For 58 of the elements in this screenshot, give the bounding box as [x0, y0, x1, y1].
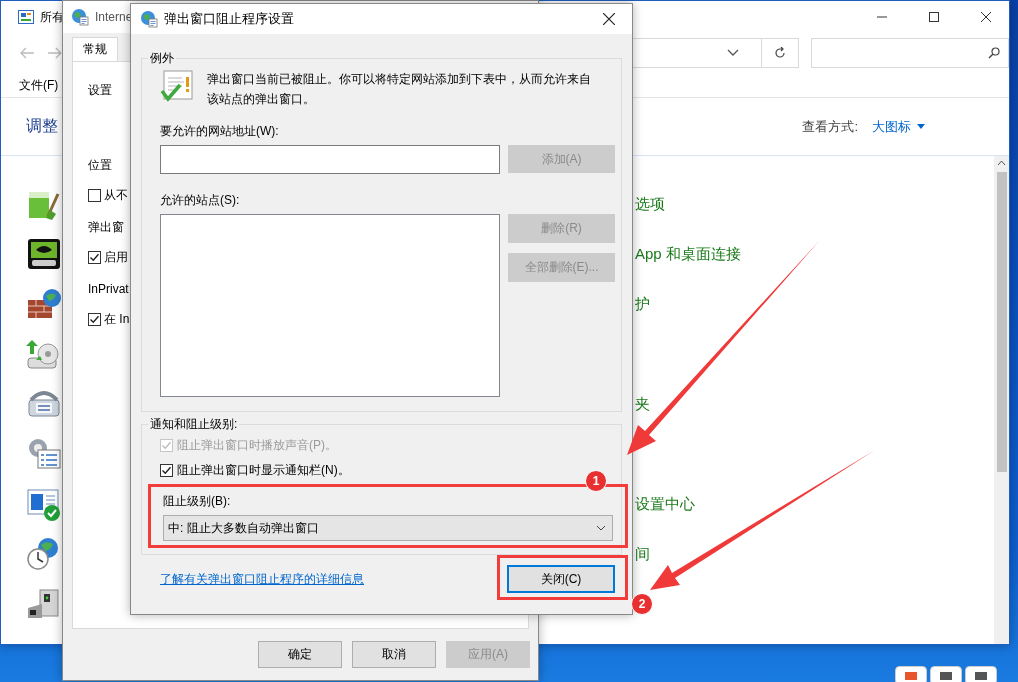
close-dialog-button[interactable]: 关闭(C): [507, 565, 615, 593]
checkbox[interactable]: [160, 463, 173, 477]
forward-icon[interactable]: [46, 47, 63, 59]
close-icon: [981, 12, 991, 22]
tray-tile-icon[interactable]: [965, 666, 997, 682]
close-icon: [603, 13, 615, 25]
control-panel-icon: [18, 10, 34, 24]
graphics-card-icon[interactable]: [26, 236, 62, 272]
section-heading: 设置: [88, 81, 112, 99]
gear-list-icon[interactable]: [26, 436, 62, 472]
refresh-icon[interactable]: [773, 47, 786, 59]
settings-link[interactable]: 选项: [635, 194, 994, 214]
scrollbar[interactable]: [994, 156, 1009, 644]
group-title: 例外: [149, 50, 175, 67]
info-message: 弹出窗口当前已被阻止。你可以将特定网站添加到下表中，从而允许来自该站点的弹出窗口。: [207, 71, 592, 108]
dialog-button[interactable]: 取消: [352, 641, 436, 668]
page-heading: 调整: [26, 116, 58, 136]
globe-icon: [71, 8, 89, 26]
checkbox-label: 阻止弹出窗口时播放声音(P)。: [177, 436, 337, 454]
settings-link[interactable]: 设置中心: [635, 494, 994, 514]
search-field[interactable]: [810, 38, 1009, 68]
view-by-dropdown[interactable]: 大图标: [872, 117, 925, 136]
settings-link[interactable]: 夹: [635, 394, 994, 414]
dropdown-caret-icon[interactable]: [726, 49, 739, 57]
field-label: 要允许的网站地址(W):: [160, 123, 280, 140]
field-label: 允许的站点(S):: [160, 192, 241, 209]
maximize-icon: [929, 12, 939, 22]
dialog-button[interactable]: 确定: [258, 641, 342, 668]
settings-link[interactable]: 护: [635, 294, 994, 314]
tab[interactable]: 常规: [72, 37, 118, 61]
checkbox-label: 从不: [104, 186, 128, 204]
window-check-icon[interactable]: [26, 486, 62, 522]
section-heading: 弹出窗: [88, 218, 124, 236]
help-link[interactable]: 了解有关弹出窗口阻止程序的详细信息: [160, 571, 364, 588]
tray-tile-icon[interactable]: [930, 666, 962, 682]
settings-link[interactable]: 间: [635, 544, 994, 564]
view-by-label: 查看方式:: [802, 117, 858, 136]
checkbox-label: 阻止弹出窗口时显示通知栏(N)。: [177, 461, 350, 479]
globe-icon: [140, 10, 158, 28]
dialog-title: 弹出窗口阻止程序设置: [164, 10, 294, 28]
caret-icon: [917, 124, 925, 129]
section-heading: InPrivat: [88, 282, 129, 296]
search-icon: [988, 47, 1000, 59]
dropdown-caret-icon: [596, 525, 606, 531]
checkbox-label: 启用: [104, 248, 128, 266]
checkbox[interactable]: [88, 312, 101, 326]
menu-item[interactable]: 文件(F): [19, 76, 59, 94]
tray-tile-icon[interactable]: [895, 666, 927, 682]
checkbox-label: 在 In: [104, 310, 130, 328]
field-label: 阻止级别(B):: [163, 493, 232, 510]
window-title: 所有: [40, 8, 64, 26]
checkbox[interactable]: [88, 188, 101, 202]
address-input[interactable]: [160, 145, 500, 174]
checkbox[interactable]: [88, 250, 101, 264]
section-heading: 位置: [88, 156, 112, 174]
settings-link[interactable]: App 和桌面连接: [635, 244, 994, 264]
block-level-dropdown[interactable]: 中: 阻止大多数自动弹出窗口: [163, 515, 613, 541]
group-title: 通知和阻止级别:: [149, 416, 239, 433]
